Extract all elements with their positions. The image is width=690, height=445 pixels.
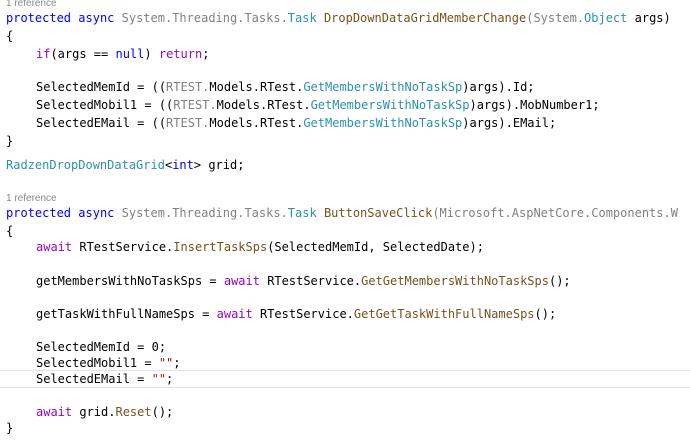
type-task: Task (287, 11, 317, 25)
code-text: Models.RTest. (209, 116, 304, 130)
code-text: RTestService. (72, 240, 174, 254)
code-text: (); (151, 405, 174, 419)
code-text: ) (144, 47, 159, 61)
keyword-return: return (158, 47, 203, 61)
type-task: Task (287, 206, 317, 220)
code-text: RTestService. (259, 274, 362, 288)
field-declaration-grid[interactable]: RadzenDropDownDataGrid<int> grid; (6, 156, 244, 174)
namespace-text: System.Threading.Tasks. (121, 206, 288, 220)
type-radzen-grid: RadzenDropDownDataGrid (6, 158, 165, 172)
method-name: DropDownDataGridMemberChange (323, 11, 527, 25)
code-text: getTaskWithFullNameSps = (36, 307, 217, 321)
method-call: GetGetMembersWithNoTaskSps (361, 274, 549, 288)
code-text: )args).Id; (462, 80, 535, 94)
method-signature-save-click[interactable]: protected async System.Threading.Tasks.T… (6, 204, 678, 222)
code-text: ; (166, 372, 174, 386)
param-namespace: (System. (526, 11, 585, 25)
code-line-insert-task[interactable]: await RTestService.InsertTaskSps(Selecte… (6, 238, 484, 256)
code-text: (SelectedMemId, SelectedDate); (267, 240, 484, 254)
keyword-async: async (78, 11, 115, 25)
close-brace[interactable]: } (6, 132, 13, 150)
keyword-await: await (223, 274, 260, 288)
param-name: args) (627, 11, 671, 25)
string-literal: "" (158, 356, 174, 370)
method-call: GetGetTaskWithFullNameSps (353, 307, 535, 321)
code-text: SelectedMobil1 = (( (36, 98, 174, 112)
code-line-if[interactable]: if(args == null) return; (6, 45, 209, 63)
keyword-async: async (78, 206, 115, 220)
namespace-text: RTEST. (166, 116, 210, 130)
code-text: SelectedMemId = (( (36, 80, 167, 94)
keyword-await: await (216, 307, 253, 321)
string-literal: "" (151, 372, 167, 386)
code-text: (args == (50, 47, 116, 61)
keyword-int: int (172, 158, 194, 172)
type-name: GetMembersWithNoTaskSp (310, 98, 470, 112)
method-call: Reset (115, 405, 152, 419)
keyword-protected: protected (6, 11, 72, 25)
type-name: GetMembersWithNoTaskSp (303, 80, 463, 94)
code-text: ; (173, 356, 181, 370)
type-name: GetMembersWithNoTaskSp (303, 116, 463, 130)
keyword-await: await (36, 405, 73, 419)
code-text: RTestService. (252, 307, 354, 321)
namespace-text: RTEST. (173, 98, 217, 112)
code-text: (); (534, 307, 557, 321)
code-text: SelectedEMail = (( (36, 116, 167, 130)
code-text: (); (548, 274, 571, 288)
code-text: )args).MobNumber1; (469, 98, 600, 112)
code-text: SelectedEMail = (36, 372, 152, 386)
code-text: )args).EMail; (462, 116, 557, 130)
code-line-assign-mobil[interactable]: SelectedMobil1 = ((RTEST.Models.RTest.Ge… (6, 96, 600, 114)
keyword-protected: protected (6, 206, 72, 220)
code-text: Models.RTest. (209, 80, 304, 94)
method-name: ButtonSaveClick (323, 206, 433, 220)
code-text: SelectedMobil1 = (36, 356, 159, 370)
code-line-get-tasks[interactable]: getTaskWithFullNameSps = await RTestServ… (6, 305, 556, 323)
code-line-assign-email[interactable]: SelectedEMail = ((RTEST.Models.RTest.Get… (6, 114, 556, 132)
namespace-text: RTEST. (166, 80, 210, 94)
param-namespace: (Microsoft.AspNetCore.Components.W (432, 206, 678, 220)
keyword-null: null (115, 47, 145, 61)
open-brace[interactable]: { (6, 27, 13, 45)
param-type: Object (584, 11, 628, 25)
close-brace[interactable]: } (6, 419, 13, 437)
code-line-assign-memid[interactable]: SelectedMemId = ((RTEST.Models.RTest.Get… (6, 78, 535, 96)
code-text: getMembersWithNoTaskSps = (36, 274, 224, 288)
code-line-reset-email[interactable]: SelectedEMail = ""; (6, 370, 173, 388)
code-line-grid-reset[interactable]: await grid.Reset(); (6, 403, 173, 421)
keyword-await: await (36, 240, 73, 254)
method-signature-dropdown-change[interactable]: protected async System.Threading.Tasks.T… (6, 9, 671, 27)
method-call: InsertTaskSps (173, 240, 268, 254)
code-text: ; (202, 47, 210, 61)
namespace-text: System.Threading.Tasks. (121, 11, 288, 25)
code-line-get-members[interactable]: getMembersWithNoTaskSps = await RTestSer… (6, 272, 571, 290)
code-text: Models.RTest. (216, 98, 311, 112)
code-editor[interactable]: 1 reference protected async System.Threa… (0, 0, 690, 445)
keyword-if: if (36, 47, 51, 61)
code-text: grid. (72, 405, 116, 419)
code-text: > grid; (193, 158, 245, 172)
